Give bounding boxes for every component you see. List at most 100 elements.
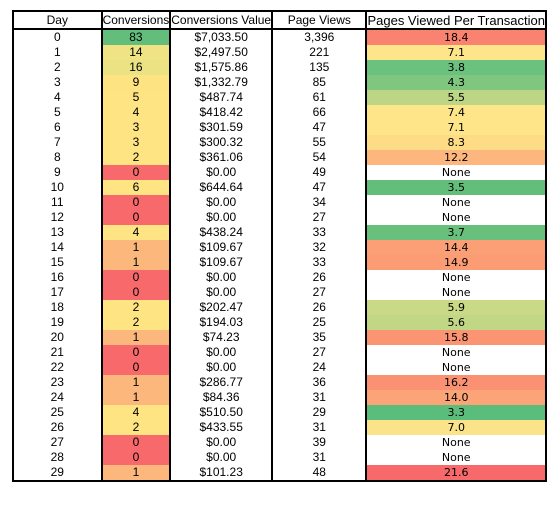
cell-pages-per-transaction[interactable]: 7.1 <box>365 120 546 135</box>
cell-day[interactable]: 10 <box>13 180 102 195</box>
cell-conversions-value[interactable]: $1,332.79 <box>170 75 272 90</box>
cell-pages-per-transaction[interactable]: 3.5 <box>365 180 546 195</box>
cell-day[interactable]: 20 <box>13 330 102 345</box>
cell-conversions-value[interactable]: $0.00 <box>170 360 272 375</box>
cell-pages-per-transaction[interactable]: 14.9 <box>365 255 546 270</box>
header-day[interactable]: Day <box>13 11 102 30</box>
cell-page-views[interactable]: 36 <box>271 375 367 390</box>
cell-day[interactable]: 2 <box>13 60 102 75</box>
cell-day[interactable]: 5 <box>13 105 102 120</box>
cell-day[interactable]: 14 <box>13 240 102 255</box>
cell-pages-per-transaction[interactable]: None <box>365 435 546 450</box>
cell-page-views[interactable]: 24 <box>271 360 367 375</box>
cell-day[interactable]: 1 <box>13 45 102 60</box>
cell-conversions-value[interactable]: $0.00 <box>170 165 272 180</box>
cell-page-views[interactable]: 27 <box>271 285 367 300</box>
cell-day[interactable]: 3 <box>13 75 102 90</box>
cell-pages-per-transaction[interactable]: 16.2 <box>365 375 546 390</box>
cell-day[interactable]: 23 <box>13 375 102 390</box>
cell-conversions[interactable]: 1 <box>100 375 172 390</box>
cell-conversions-value[interactable]: $74.23 <box>170 330 272 345</box>
cell-page-views[interactable]: 47 <box>271 120 367 135</box>
cell-page-views[interactable]: 26 <box>271 300 367 315</box>
cell-day[interactable]: 8 <box>13 150 102 165</box>
cell-conversions-value[interactable]: $286.77 <box>170 375 272 390</box>
cell-day[interactable]: 13 <box>13 225 102 240</box>
cell-page-views[interactable]: 33 <box>271 225 367 240</box>
cell-page-views[interactable]: 27 <box>271 345 367 360</box>
cell-conversions-value[interactable]: $300.32 <box>170 135 272 150</box>
cell-pages-per-transaction[interactable]: 5.5 <box>365 90 546 105</box>
cell-conversions[interactable]: 0 <box>100 285 172 300</box>
cell-conversions[interactable]: 0 <box>100 345 172 360</box>
cell-day[interactable]: 29 <box>13 465 102 481</box>
cell-pages-per-transaction[interactable]: None <box>365 285 546 300</box>
cell-day[interactable]: 17 <box>13 285 102 300</box>
cell-page-views[interactable]: 48 <box>271 465 367 481</box>
cell-pages-per-transaction[interactable]: 15.8 <box>365 330 546 345</box>
cell-conversions-value[interactable]: $0.00 <box>170 450 272 465</box>
cell-day[interactable]: 22 <box>13 360 102 375</box>
cell-conversions[interactable]: 0 <box>100 360 172 375</box>
cell-day[interactable]: 0 <box>13 29 102 45</box>
cell-page-views[interactable]: 47 <box>271 180 367 195</box>
cell-page-views[interactable]: 26 <box>271 270 367 285</box>
cell-conversions[interactable]: 16 <box>100 60 172 75</box>
cell-page-views[interactable]: 35 <box>271 330 367 345</box>
cell-conversions-value[interactable]: $0.00 <box>170 345 272 360</box>
cell-conversions[interactable]: 4 <box>100 225 172 240</box>
cell-pages-per-transaction[interactable]: 3.8 <box>365 60 546 75</box>
cell-conversions[interactable]: 3 <box>100 120 172 135</box>
cell-pages-per-transaction[interactable]: None <box>365 450 546 465</box>
cell-page-views[interactable]: 31 <box>271 450 367 465</box>
cell-conversions[interactable]: 6 <box>100 180 172 195</box>
cell-pages-per-transaction[interactable]: 8.3 <box>365 135 546 150</box>
cell-conversions-value[interactable]: $109.67 <box>170 255 272 270</box>
cell-pages-per-transaction[interactable]: 7.1 <box>365 45 546 60</box>
cell-conversions-value[interactable]: $487.74 <box>170 90 272 105</box>
cell-pages-per-transaction[interactable]: 12.2 <box>365 150 546 165</box>
header-pages-per-transaction[interactable]: Pages Viewed Per Transaction <box>365 11 546 30</box>
cell-pages-per-transaction[interactable]: None <box>365 165 546 180</box>
cell-conversions[interactable]: 0 <box>100 195 172 210</box>
header-page-views[interactable]: Page Views <box>271 11 367 30</box>
cell-conversions[interactable]: 1 <box>100 330 172 345</box>
cell-conversions-value[interactable]: $361.06 <box>170 150 272 165</box>
cell-pages-per-transaction[interactable]: 3.3 <box>365 405 546 420</box>
cell-conversions[interactable]: 1 <box>100 390 172 405</box>
cell-page-views[interactable]: 25 <box>271 315 367 330</box>
cell-conversions[interactable]: 1 <box>100 255 172 270</box>
cell-page-views[interactable]: 85 <box>271 75 367 90</box>
cell-day[interactable]: 28 <box>13 450 102 465</box>
cell-pages-per-transaction[interactable]: 5.6 <box>365 315 546 330</box>
cell-pages-per-transaction[interactable]: None <box>365 195 546 210</box>
cell-page-views[interactable]: 29 <box>271 405 367 420</box>
cell-conversions-value[interactable]: $438.24 <box>170 225 272 240</box>
cell-conversions[interactable]: 3 <box>100 135 172 150</box>
cell-day[interactable]: 6 <box>13 120 102 135</box>
cell-day[interactable]: 18 <box>13 300 102 315</box>
cell-page-views[interactable]: 54 <box>271 150 367 165</box>
cell-day[interactable]: 12 <box>13 210 102 225</box>
cell-conversions-value[interactable]: $0.00 <box>170 435 272 450</box>
cell-conversions-value[interactable]: $84.36 <box>170 390 272 405</box>
cell-conversions-value[interactable]: $194.03 <box>170 315 272 330</box>
cell-day[interactable]: 15 <box>13 255 102 270</box>
cell-pages-per-transaction[interactable]: 7.0 <box>365 420 546 435</box>
cell-page-views[interactable]: 135 <box>271 60 367 75</box>
cell-day[interactable]: 21 <box>13 345 102 360</box>
cell-pages-per-transaction[interactable]: None <box>365 270 546 285</box>
cell-day[interactable]: 24 <box>13 390 102 405</box>
cell-conversions-value[interactable]: $0.00 <box>170 195 272 210</box>
cell-conversions[interactable]: 14 <box>100 45 172 60</box>
cell-pages-per-transaction[interactable]: None <box>365 210 546 225</box>
cell-conversions-value[interactable]: $2,497.50 <box>170 45 272 60</box>
cell-conversions[interactable]: 83 <box>100 29 172 45</box>
cell-day[interactable]: 9 <box>13 165 102 180</box>
cell-conversions[interactable]: 0 <box>100 270 172 285</box>
cell-pages-per-transaction[interactable]: 5.9 <box>365 300 546 315</box>
cell-conversions[interactable]: 0 <box>100 210 172 225</box>
cell-conversions[interactable]: 5 <box>100 90 172 105</box>
cell-conversions[interactable]: 2 <box>100 150 172 165</box>
cell-pages-per-transaction[interactable]: 14.4 <box>365 240 546 255</box>
